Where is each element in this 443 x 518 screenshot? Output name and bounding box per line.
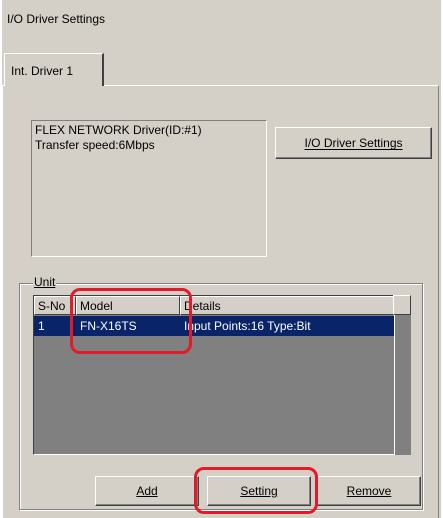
driver-info-box: FLEX NETWORK Driver(ID:#1) Transfer spee…	[31, 120, 267, 257]
remove-button-label: Remove	[346, 484, 392, 498]
add-button[interactable]: Add	[95, 476, 199, 506]
io-driver-settings-label: I/O Driver Settings	[304, 136, 403, 150]
window-title: I/O Driver Settings	[7, 12, 106, 26]
cell-sno: 1	[38, 319, 45, 333]
list-header-filler	[393, 295, 411, 315]
add-button-label: Add	[136, 484, 158, 498]
setting-highlight-annotation	[194, 467, 318, 514]
driver-name-text: FLEX NETWORK Driver(ID:#1)	[35, 123, 202, 137]
transfer-speed-text: Transfer speed:6Mbps	[35, 138, 155, 152]
column-header-details[interactable]: Details	[180, 296, 394, 315]
cell-details: Input Points:16 Type:Bit	[184, 319, 311, 333]
remove-button[interactable]: Remove	[317, 476, 421, 506]
list-scroll-area	[395, 315, 411, 455]
unit-group-label: Unit	[33, 275, 57, 289]
tab-label: Int. Driver 1	[11, 64, 74, 78]
tab-int-driver-1[interactable]: Int. Driver 1	[4, 53, 104, 86]
io-driver-settings-button[interactable]: I/O Driver Settings	[275, 127, 432, 159]
model-highlight-annotation	[70, 288, 192, 354]
